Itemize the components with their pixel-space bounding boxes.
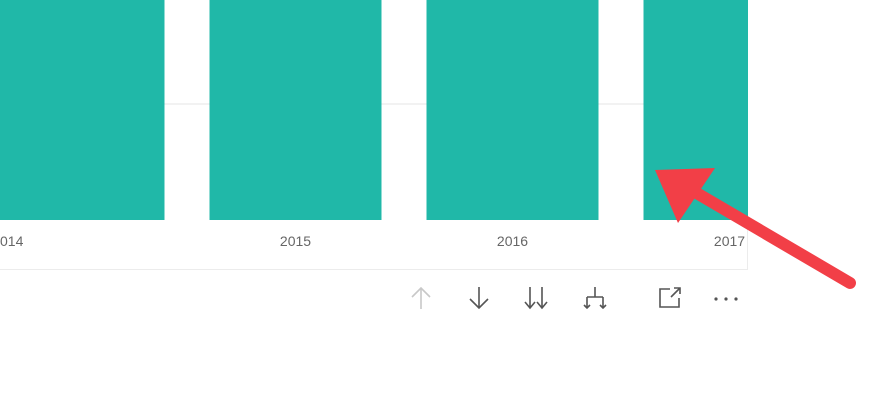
x-tick-label: 014 xyxy=(0,233,24,249)
bar-2017[interactable] xyxy=(643,0,749,220)
bar-2016[interactable] xyxy=(426,0,599,220)
x-tick-label: 2017 xyxy=(714,233,745,249)
drill-down-icon[interactable] xyxy=(463,282,495,314)
x-tick-label: 2015 xyxy=(280,233,311,249)
bar-chart-visual[interactable]: 014 2015 2016 2017 xyxy=(0,0,748,270)
expand-all-down-icon[interactable] xyxy=(520,282,552,314)
drill-up-icon[interactable] xyxy=(405,282,437,314)
bar-2015[interactable] xyxy=(209,0,382,220)
x-tick-label: 2016 xyxy=(497,233,528,249)
more-options-icon[interactable] xyxy=(710,282,742,314)
expand-hierarchy-icon[interactable] xyxy=(579,282,611,314)
chart-canvas: 014 2015 2016 2017 xyxy=(0,0,749,249)
focus-mode-icon[interactable] xyxy=(654,282,686,314)
bar-2014[interactable] xyxy=(0,0,165,220)
